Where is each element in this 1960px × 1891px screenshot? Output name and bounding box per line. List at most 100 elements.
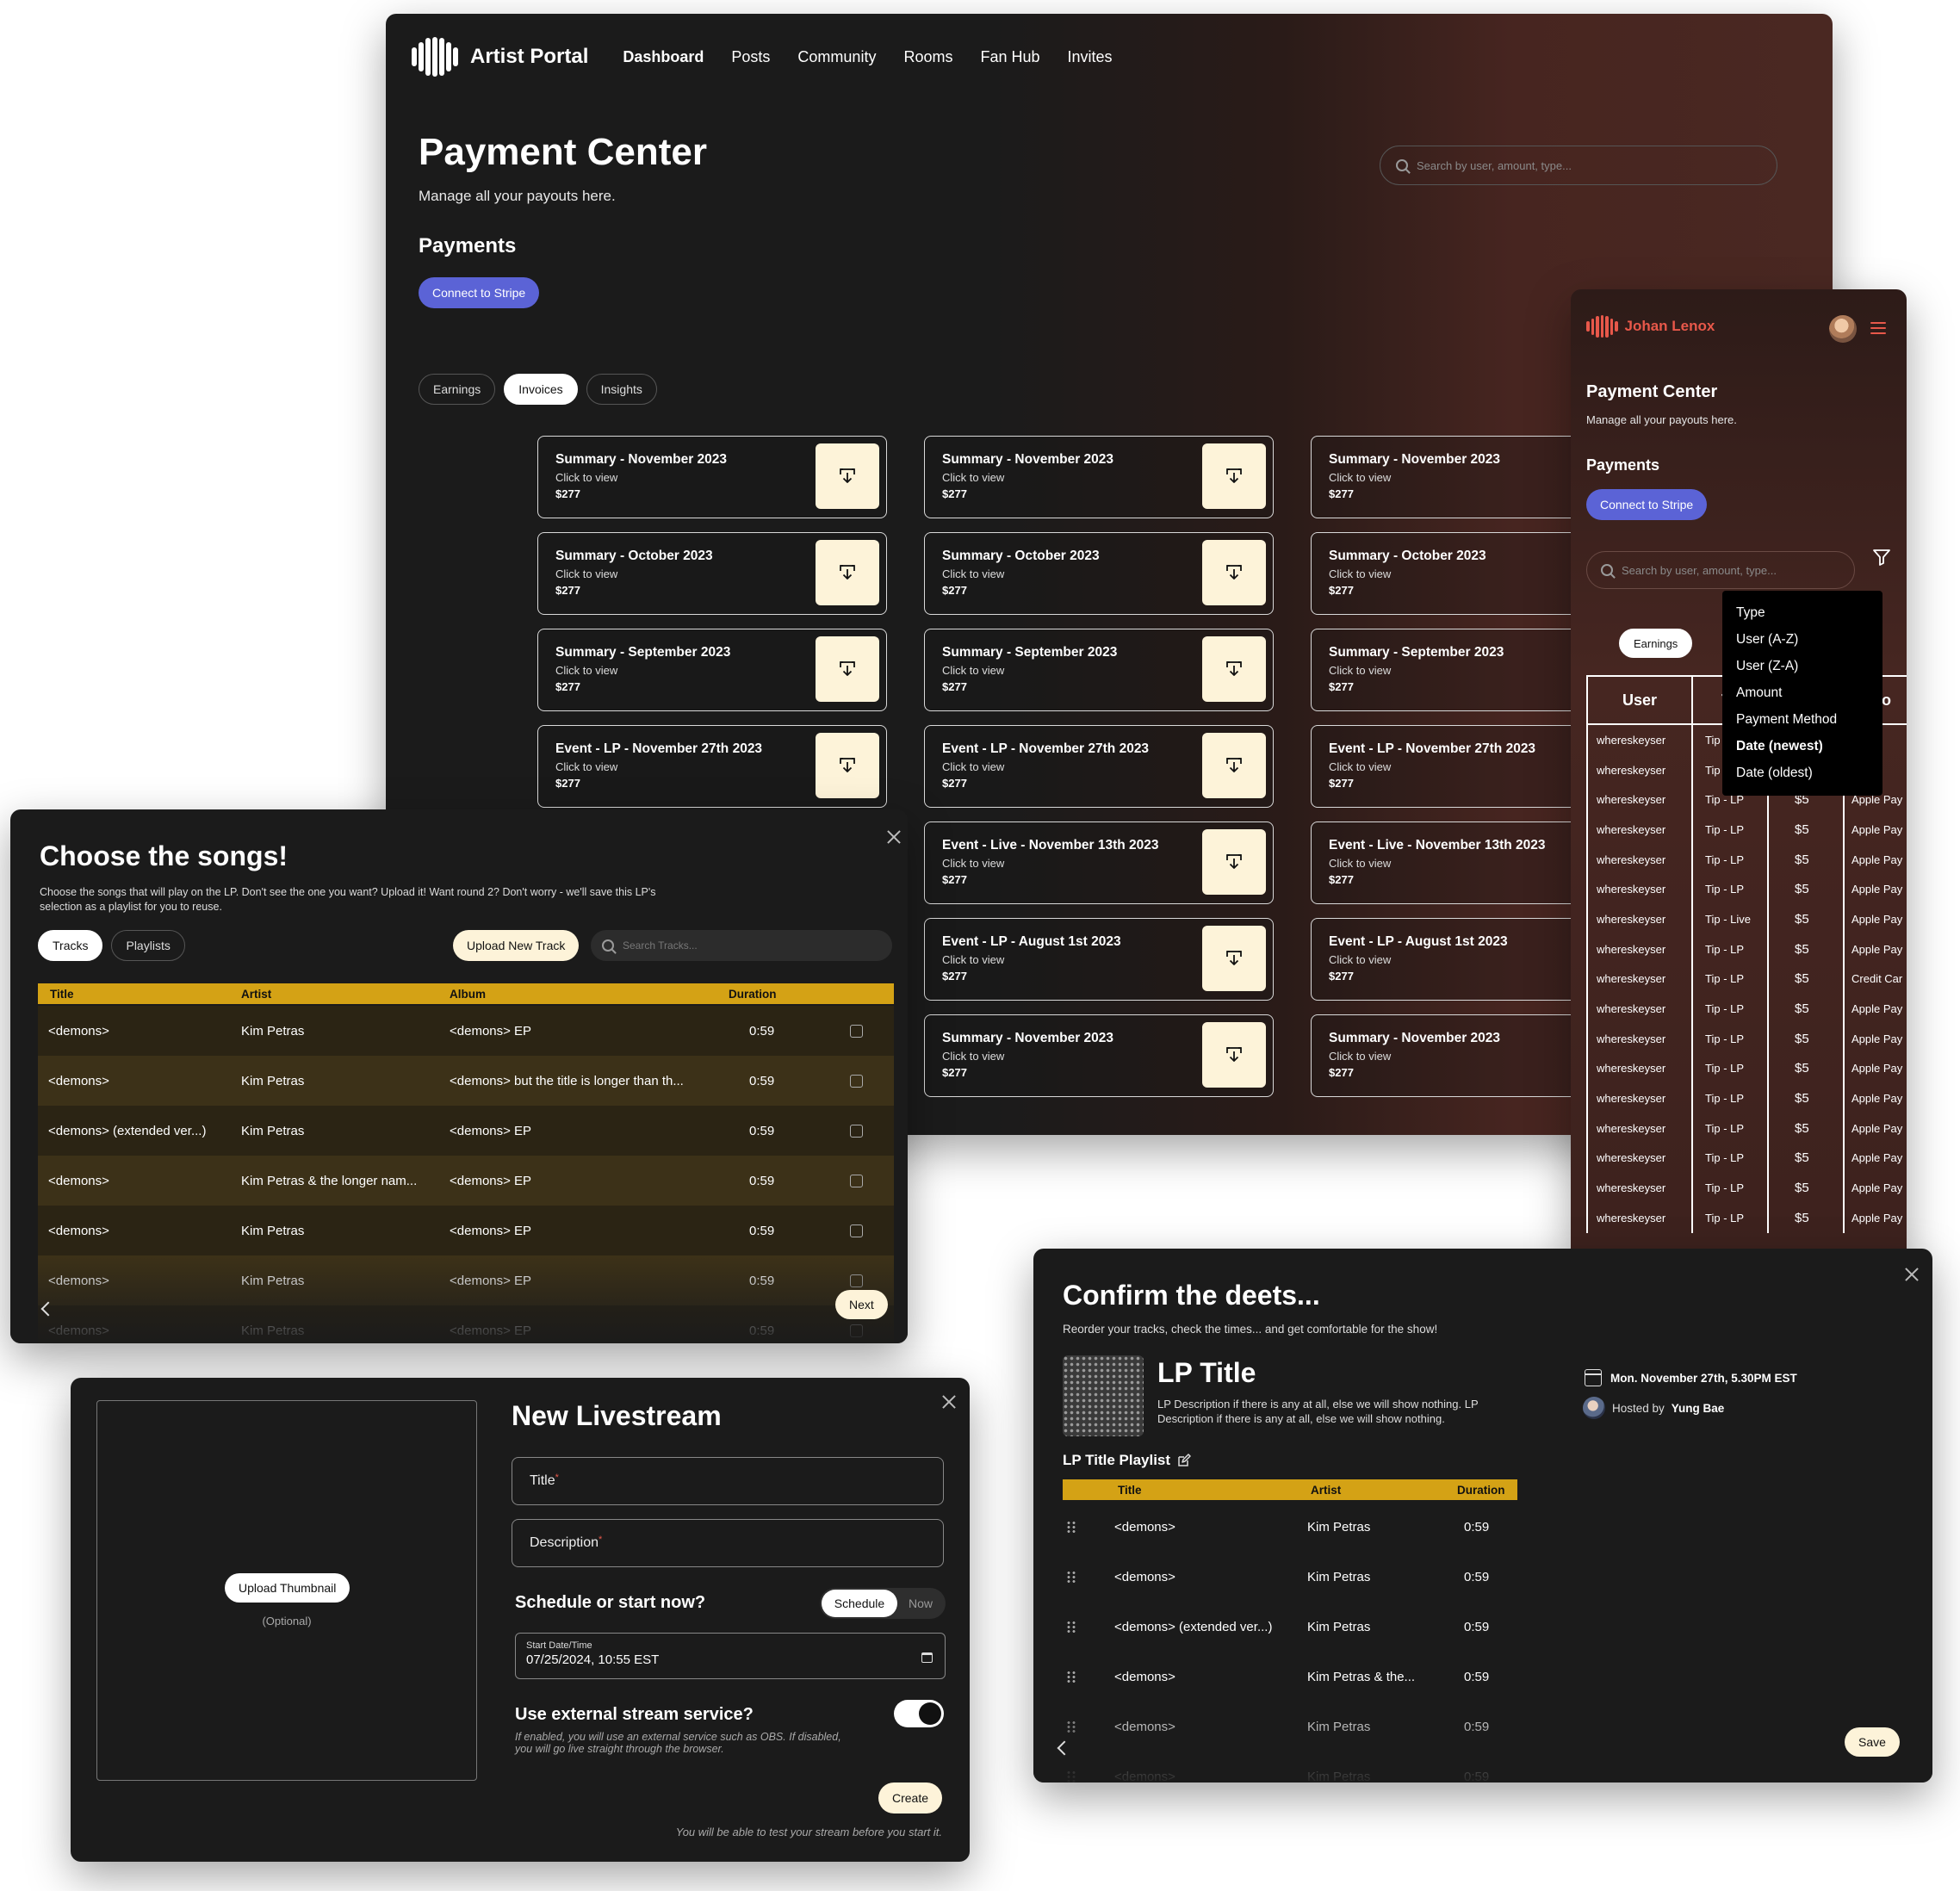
- start-datetime-input[interactable]: Start Date/Time 07/25/2024, 10:55 EST: [515, 1633, 946, 1679]
- table-row[interactable]: <demons> Kim Petras & the... 0:59: [1051, 1652, 1533, 1702]
- mobile-brand[interactable]: Johan Lenox: [1586, 315, 1715, 338]
- table-row[interactable]: <demons> Kim Petras & the longer nam... <d…: [38, 1156, 894, 1206]
- drag-handle-icon[interactable]: [1066, 1571, 1076, 1583]
- table-row[interactable]: whereskeyser Tip - LP $5 Apple Pay: [1588, 1053, 1907, 1084]
- tab-invoices[interactable]: Invoices: [504, 374, 578, 405]
- download-button[interactable]: [816, 540, 879, 605]
- table-row[interactable]: whereskeyser Tip - LP $5 Apple Pay: [1588, 844, 1907, 875]
- download-button[interactable]: [1202, 829, 1266, 895]
- sort-option[interactable]: Type: [1736, 599, 1882, 626]
- drag-handle-icon[interactable]: [1066, 1671, 1076, 1683]
- close-icon[interactable]: [887, 830, 901, 844]
- save-button[interactable]: Save: [1845, 1727, 1900, 1757]
- table-row[interactable]: <demons> (extended ver...) Kim Petras <dem…: [38, 1106, 894, 1156]
- invoice-card[interactable]: Summary - October 2023 Click to view $277: [924, 532, 1274, 615]
- sort-option[interactable]: Date (newest): [1736, 733, 1882, 760]
- sort-option[interactable]: User (A-Z): [1736, 626, 1882, 653]
- table-row[interactable]: <demons> Kim Petras <demons> but the title…: [38, 1056, 894, 1106]
- close-icon[interactable]: [942, 1395, 956, 1409]
- table-row[interactable]: whereskeyser Tip - LP $5 Apple Pay: [1588, 1023, 1907, 1054]
- avatar[interactable]: [1829, 315, 1857, 343]
- drag-handle-icon[interactable]: [1066, 1621, 1076, 1633]
- upload-track-button[interactable]: Upload New Track: [453, 930, 580, 961]
- nav-dashboard[interactable]: Dashboard: [623, 48, 704, 66]
- invoice-card[interactable]: Summary - November 2023 Click to view $277: [537, 436, 887, 518]
- nav-rooms[interactable]: Rooms: [903, 48, 952, 66]
- invoice-card[interactable]: Summary - September 2023 Click to view $27…: [924, 629, 1274, 711]
- download-button[interactable]: [1202, 540, 1266, 605]
- sort-option[interactable]: Payment Method: [1736, 706, 1882, 733]
- download-button[interactable]: [1202, 636, 1266, 702]
- brand[interactable]: Artist Portal: [412, 37, 588, 77]
- schedule-option[interactable]: Schedule: [822, 1590, 897, 1617]
- download-button[interactable]: [1202, 443, 1266, 509]
- close-icon[interactable]: [1905, 1268, 1919, 1281]
- tab-tracks[interactable]: Tracks: [38, 930, 103, 961]
- invoice-card[interactable]: Summary - November 2023 Click to view $277: [924, 436, 1274, 518]
- next-button[interactable]: Next: [835, 1290, 888, 1319]
- download-button[interactable]: [816, 443, 879, 509]
- menu-icon[interactable]: [1870, 322, 1886, 334]
- table-row[interactable]: whereskeyser Tip - LP $5 Apple Pay: [1588, 994, 1907, 1024]
- select-checkbox[interactable]: [850, 1124, 863, 1138]
- search-input[interactable]: Search by user, amount, type...: [1380, 146, 1777, 185]
- calendar-icon[interactable]: [921, 1652, 933, 1663]
- col-user[interactable]: User: [1588, 677, 1693, 723]
- invoice-card[interactable]: Event - Live - November 13th 2023 Click t…: [924, 822, 1274, 904]
- table-row[interactable]: <demons> (extended ver...) Kim Petras 0:59: [1051, 1602, 1533, 1652]
- invoice-card[interactable]: Event - LP - November 27th 2023 Click to …: [924, 725, 1274, 808]
- invoice-card[interactable]: Summary - November 2023 Click to view $277: [924, 1014, 1274, 1097]
- sort-option[interactable]: User (Z-A): [1736, 653, 1882, 679]
- search-input[interactable]: Search by user, amount, type...: [1586, 551, 1855, 589]
- description-field[interactable]: Description *: [512, 1519, 944, 1567]
- thumbnail-dropzone[interactable]: Upload Thumbnail (Optional): [96, 1400, 477, 1781]
- download-button[interactable]: [1202, 926, 1266, 991]
- filter-icon[interactable]: [1872, 548, 1891, 567]
- table-row[interactable]: <demons> Kim Petras <demons> EP 0:59: [38, 1206, 894, 1256]
- table-row[interactable]: whereskeyser Tip - LP $5 Apple Pay: [1588, 1113, 1907, 1144]
- select-checkbox[interactable]: [850, 1024, 863, 1038]
- edit-icon[interactable]: [1177, 1454, 1191, 1467]
- table-row[interactable]: whereskeyser Tip - LP $5 Apple Pay: [1588, 1203, 1907, 1233]
- invoice-card[interactable]: Summary - September 2023 Click to view $27…: [537, 629, 887, 711]
- table-row[interactable]: <demons> Kim Petras 0:59: [1051, 1502, 1533, 1552]
- create-button[interactable]: Create: [878, 1782, 943, 1814]
- download-button[interactable]: [816, 636, 879, 702]
- tab-playlists[interactable]: Playlists: [111, 930, 185, 961]
- invoice-card[interactable]: Summary - October 2023 Click to view $277: [537, 532, 887, 615]
- select-checkbox[interactable]: [850, 1074, 863, 1088]
- table-row[interactable]: <demons> Kim Petras <demons> EP 0:59: [38, 1006, 894, 1056]
- nav-fan-hub[interactable]: Fan Hub: [980, 48, 1039, 66]
- drag-handle-icon[interactable]: [1066, 1521, 1076, 1533]
- title-field[interactable]: Title *: [512, 1457, 944, 1505]
- download-button[interactable]: [1202, 733, 1266, 798]
- table-row[interactable]: whereskeyser Tip - Live $5 Apple Pay: [1588, 904, 1907, 934]
- table-row[interactable]: whereskeyser Tip - LP $5 Apple Pay: [1588, 1083, 1907, 1113]
- nav-posts[interactable]: Posts: [731, 48, 770, 66]
- connect-stripe-button[interactable]: Connect to Stripe: [419, 277, 540, 308]
- connect-stripe-button[interactable]: Connect to Stripe: [1586, 489, 1708, 520]
- table-row[interactable]: <demons> Kim Petras 0:59: [1051, 1552, 1533, 1602]
- download-button[interactable]: [816, 733, 879, 798]
- invoice-card[interactable]: Event - LP - November 27th 2023 Click to …: [537, 725, 887, 808]
- table-row[interactable]: whereskeyser Tip - LP $5 Apple Pay: [1588, 815, 1907, 845]
- invoice-card[interactable]: Event - LP - August 1st 2023 Click to vie…: [924, 918, 1274, 1001]
- nav-invites[interactable]: Invites: [1068, 48, 1113, 66]
- external-stream-toggle[interactable]: [894, 1700, 944, 1727]
- table-row[interactable]: whereskeyser Tip - LP $5 Credit Car: [1588, 964, 1907, 995]
- table-row[interactable]: whereskeyser Tip - LP $5 Apple Pay: [1588, 874, 1907, 905]
- table-row[interactable]: whereskeyser Tip - LP $5 Apple Pay: [1588, 933, 1907, 964]
- tab-insights[interactable]: Insights: [586, 374, 657, 405]
- download-button[interactable]: [1202, 1022, 1266, 1088]
- tab-earnings[interactable]: Earnings: [1619, 629, 1693, 658]
- table-row[interactable]: whereskeyser Tip - LP $5 Apple Pay: [1588, 1143, 1907, 1174]
- select-checkbox[interactable]: [850, 1224, 863, 1237]
- nav-community[interactable]: Community: [797, 48, 876, 66]
- upload-thumbnail-button[interactable]: Upload Thumbnail: [225, 1573, 350, 1603]
- sort-option[interactable]: Amount: [1736, 679, 1882, 706]
- now-option[interactable]: Now: [897, 1590, 944, 1617]
- sort-option[interactable]: Date (oldest): [1736, 760, 1882, 786]
- search-tracks-input[interactable]: Search Tracks...: [591, 930, 892, 961]
- tab-earnings[interactable]: Earnings: [419, 374, 496, 405]
- table-row[interactable]: whereskeyser Tip - LP $5 Apple Pay: [1588, 1173, 1907, 1203]
